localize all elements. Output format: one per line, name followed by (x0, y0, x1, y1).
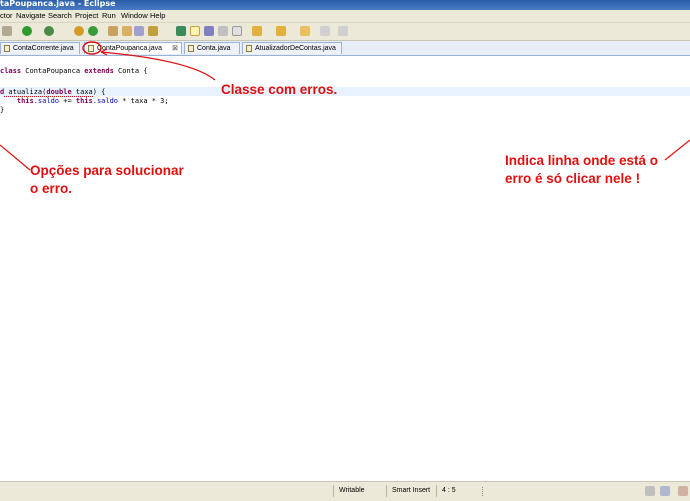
tab-conta-poupanca[interactable]: ContaPoupanca.java ⊠ (84, 42, 182, 54)
new-class-icon[interactable] (88, 26, 98, 36)
menu-refactor[interactable]: ctor (0, 11, 13, 20)
error-underline: atualiza(double taxa (4, 88, 93, 97)
open-type-icon[interactable] (108, 26, 118, 36)
tab-label: ContaCorrente.java (13, 45, 74, 52)
code-line-1[interactable]: class ContaPoupanca extends Conta { (0, 67, 148, 75)
code-line-2[interactable]: d atualiza(double taxa) { (0, 88, 105, 97)
toolbar (0, 23, 690, 41)
debug-config-icon[interactable] (2, 26, 12, 36)
notification-icon[interactable] (678, 486, 688, 496)
external-tools-icon[interactable] (44, 26, 54, 36)
tab-label: ContaPoupanca.java (97, 45, 162, 52)
toggle-block-icon[interactable] (218, 26, 228, 36)
previous-annotation-icon[interactable] (276, 26, 286, 36)
menu-window[interactable]: Window (121, 11, 148, 20)
annotation-indicator-line2: erro é só clicar nele ! (505, 171, 641, 186)
close-icon[interactable]: ⊠ (172, 43, 178, 54)
tab-conta[interactable]: Conta.java (184, 42, 240, 54)
menu-search[interactable]: Search (48, 11, 72, 20)
code-line-3[interactable]: this.saldo += this.saldo * taxa * 3; (0, 97, 169, 105)
menu-navigate[interactable]: Navigate (16, 11, 46, 20)
status-bar: Writable Smart Insert 4 : 5 (0, 481, 690, 501)
java-file-icon (4, 45, 10, 52)
menu-help[interactable]: Help (150, 11, 165, 20)
tab-label: AtualizadorDeContas.java (255, 45, 336, 52)
class-errors-arrow (100, 51, 216, 81)
java-file-error-icon (88, 45, 94, 52)
window-title: taPoupanca.java - Eclipse (0, 0, 116, 8)
show-whitespace-icon[interactable] (204, 26, 214, 36)
menu-bar: ctor Navigate Search Project Run Window … (0, 10, 690, 23)
forward-icon[interactable] (320, 26, 330, 36)
window-titlebar: taPoupanca.java - Eclipse (0, 0, 690, 10)
task-icon[interactable] (645, 486, 655, 496)
dropdown-arrow-icon[interactable] (338, 26, 348, 36)
code-line-4[interactable]: } (0, 106, 4, 114)
annotation-options-line1: Opções para solucionar (30, 163, 184, 178)
menu-project[interactable]: Project (75, 11, 98, 20)
status-separator (482, 487, 487, 496)
tab-label: Conta.java (197, 45, 231, 52)
java-file-icon (188, 45, 194, 52)
editor-tab-bar: ContaCorrente.java ContaPoupanca.java ⊠ … (0, 41, 690, 56)
open-perspective-icon[interactable] (176, 26, 186, 36)
back-icon[interactable] (300, 26, 310, 36)
search-icon[interactable] (134, 26, 144, 36)
pilcrow-icon[interactable] (232, 26, 242, 36)
indicator-arrow (664, 139, 690, 161)
annotation-overlay (0, 41, 690, 171)
java-file-icon (246, 45, 252, 52)
new-package-icon[interactable] (74, 26, 84, 36)
menu-run[interactable]: Run (102, 11, 116, 20)
run-icon[interactable] (22, 26, 32, 36)
annotation-options-line2: o erro. (30, 181, 73, 196)
annotation-indicator-line1: Indica linha onde está o (505, 153, 659, 168)
tab-atualizador-de-contas[interactable]: AtualizadorDeContas.java (242, 42, 342, 54)
open-folder-icon[interactable] (122, 26, 132, 36)
status-cursor-position: 4 : 5 (436, 485, 482, 497)
options-arrow (0, 144, 31, 171)
wand-icon[interactable] (148, 26, 158, 36)
next-annotation-icon[interactable] (252, 26, 262, 36)
mark-occurrences-icon[interactable] (190, 26, 200, 36)
annotation-class-errors: Classe com erros. (221, 82, 338, 97)
progress-icon[interactable] (660, 486, 670, 496)
tab-conta-corrente[interactable]: ContaCorrente.java (0, 42, 80, 54)
status-writable: Writable (333, 485, 387, 497)
